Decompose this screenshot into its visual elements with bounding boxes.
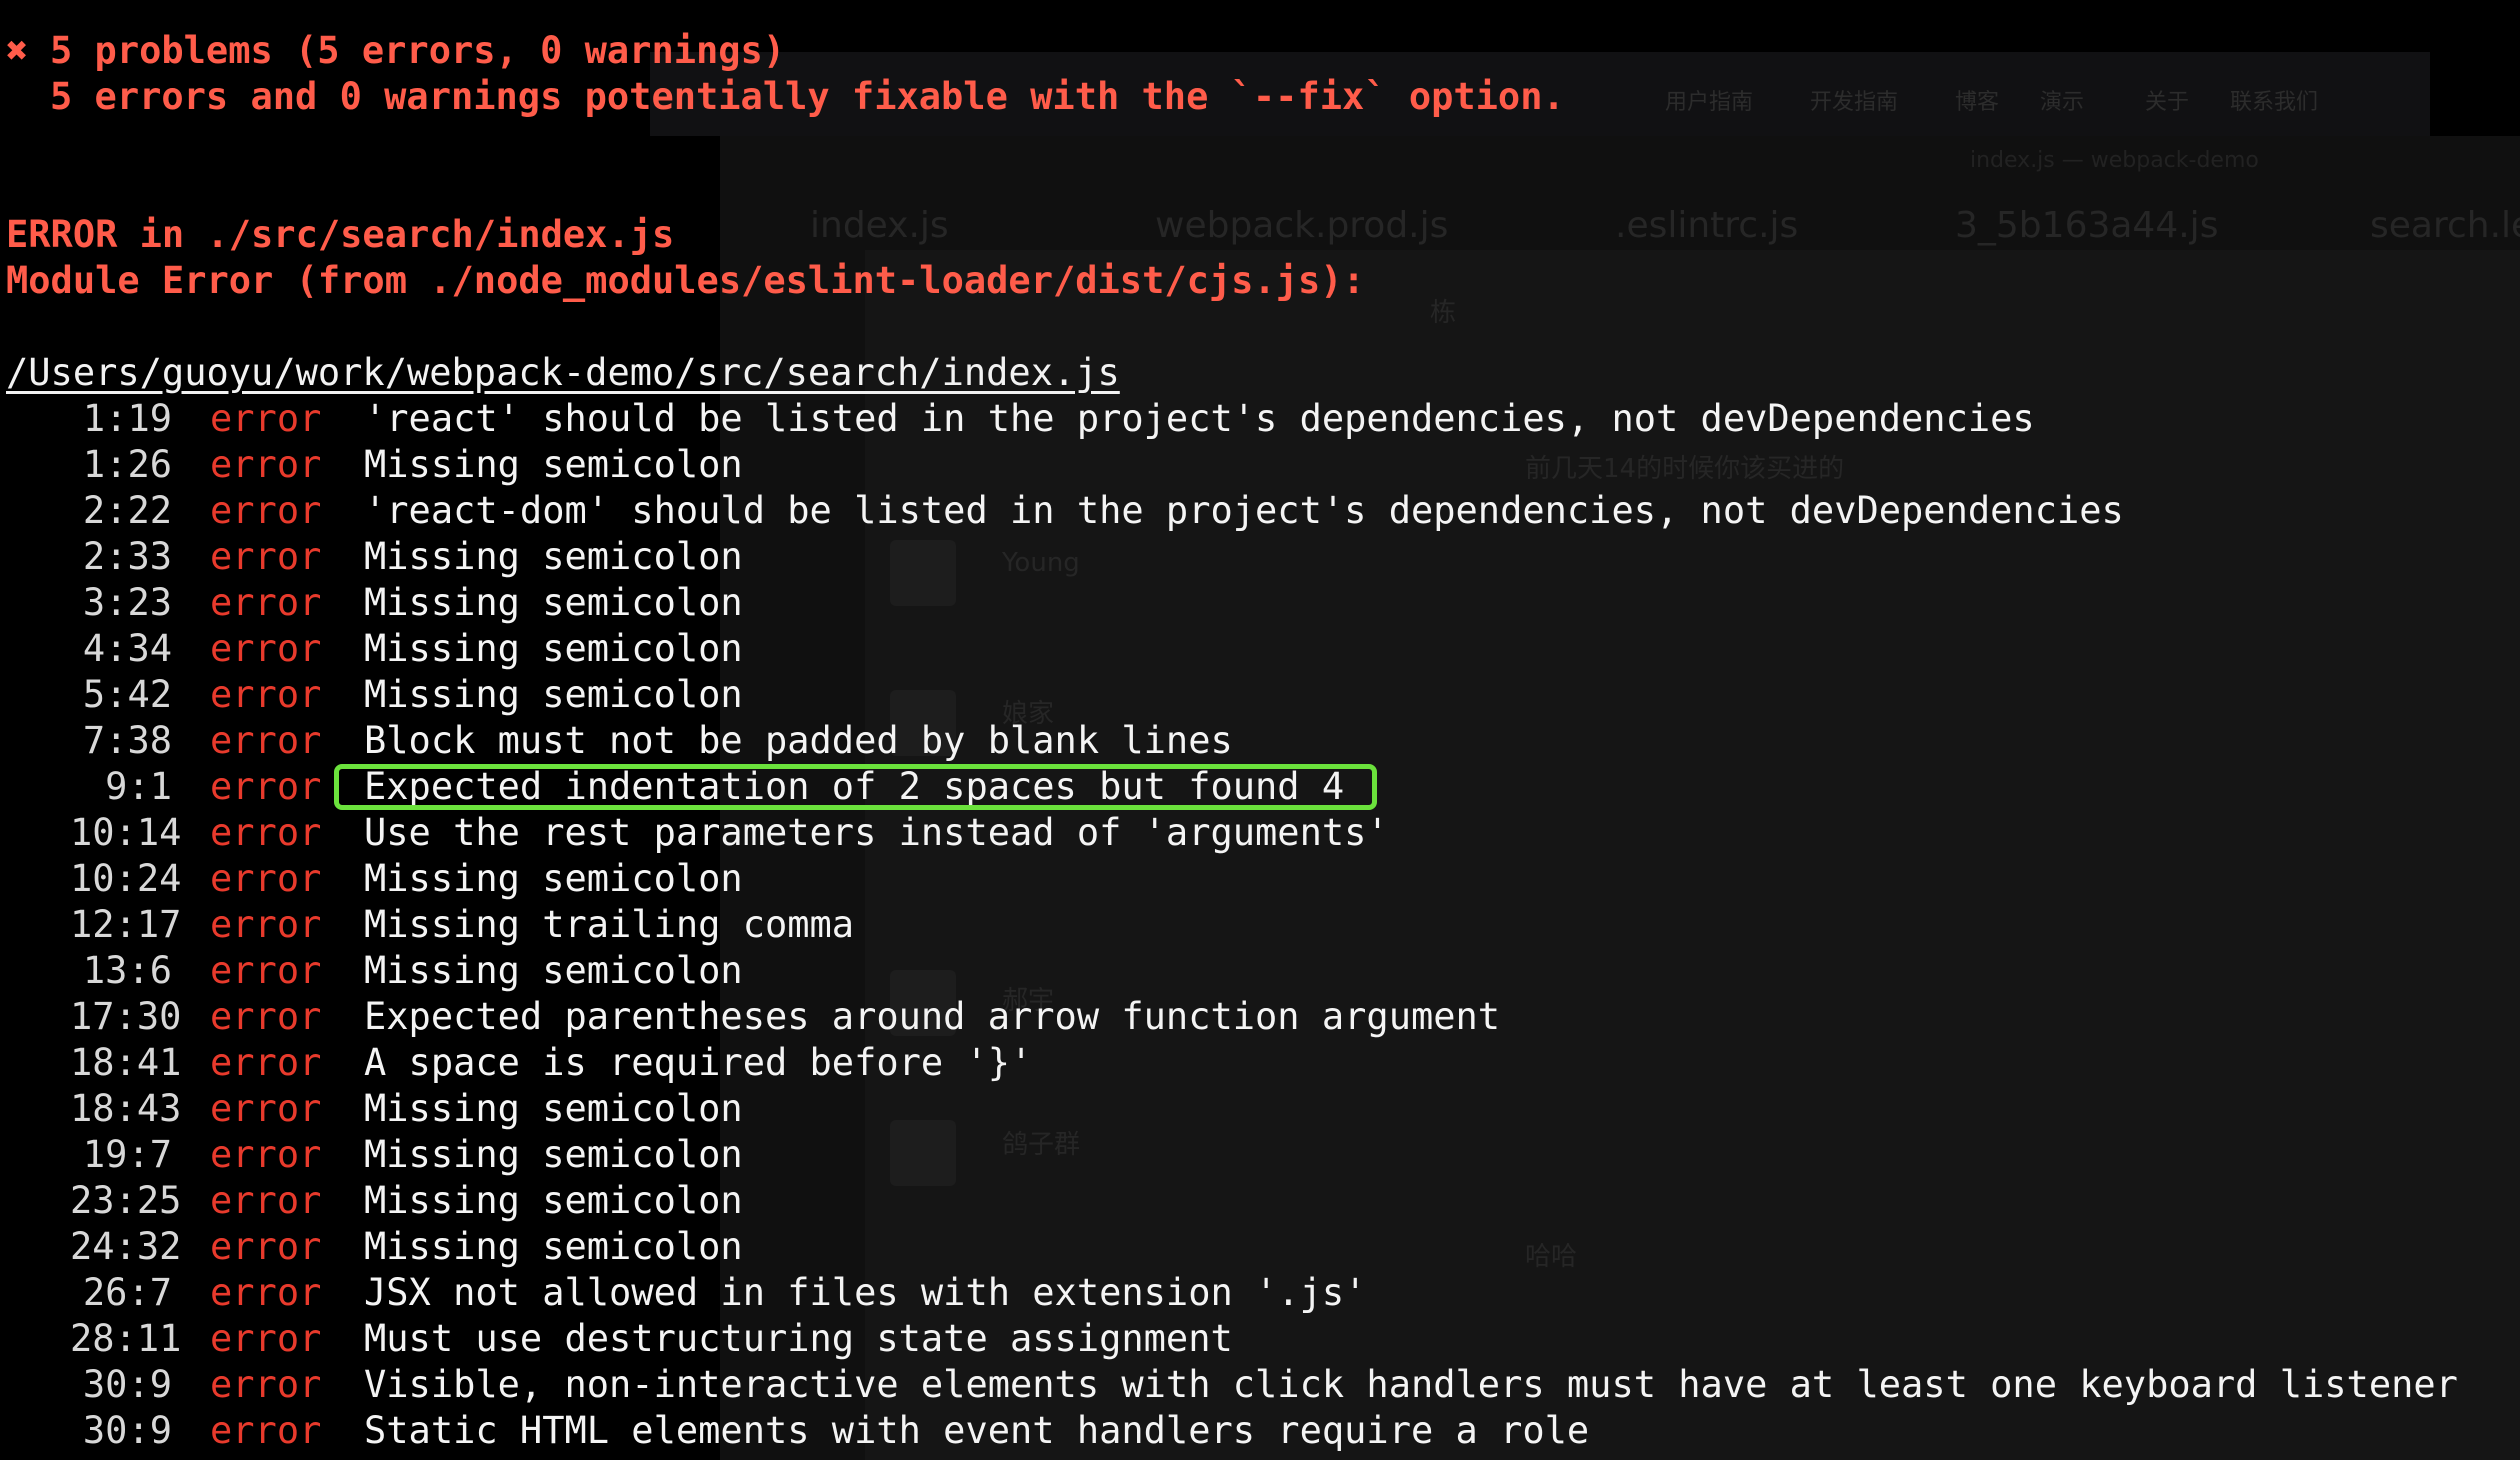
summary-problems-line: ✖ 5 problems (5 errors, 0 warnings) — [6, 29, 786, 72]
lint-severity: error — [210, 719, 322, 762]
lint-location: 30:9 — [82, 1363, 172, 1406]
lint-message: JSX not allowed in files with extension … — [364, 1271, 1367, 1314]
lint-severity: error — [210, 581, 322, 624]
lint-severity: error — [210, 1133, 322, 1176]
lint-location: 3:23 — [82, 581, 172, 624]
lint-message: Expected parentheses around arrow functi… — [364, 995, 1501, 1038]
lint-location: 30:9 — [82, 1409, 172, 1452]
lint-location: 24:32 — [70, 1225, 182, 1268]
lint-severity: error — [210, 995, 322, 1038]
lint-message: 'react-dom' should be listed in the proj… — [364, 489, 2124, 532]
lint-severity: error — [210, 627, 322, 670]
lint-location: 1:19 — [82, 397, 172, 440]
lint-location: 4:34 — [82, 627, 172, 670]
error-in-line: ERROR in ./src/search/index.js — [6, 213, 675, 256]
error-x-icon: ✖ — [6, 29, 29, 72]
terminal-output: ✖ 5 problems (5 errors, 0 warnings) 5 err… — [0, 0, 2520, 1460]
lint-severity: error — [210, 1041, 322, 1084]
lint-severity: error — [210, 1317, 322, 1360]
lint-severity: error — [210, 903, 322, 946]
lint-message: Missing semicolon — [364, 1087, 743, 1130]
lint-message: Use the rest parameters instead of 'argu… — [364, 811, 1389, 854]
lint-severity: error — [210, 1225, 322, 1268]
lint-location: 26:7 — [82, 1271, 172, 1314]
lint-message: Missing semicolon — [364, 673, 743, 716]
lint-location: 2:33 — [82, 535, 172, 578]
lint-severity: error — [210, 1179, 322, 1222]
lint-severity: error — [210, 1409, 322, 1452]
lint-location: 18:41 — [70, 1041, 182, 1084]
lint-severity: error — [210, 1271, 322, 1314]
lint-location: 13:6 — [82, 949, 172, 992]
lint-message: Visible, non-interactive elements with c… — [364, 1363, 2458, 1406]
lint-severity: error — [210, 489, 322, 532]
lint-message: Missing semicolon — [364, 1225, 743, 1268]
lint-location: 9:1 — [105, 765, 172, 808]
lint-message: Missing semicolon — [364, 443, 743, 486]
lint-location: 10:14 — [70, 811, 182, 854]
lint-message: Missing semicolon — [364, 581, 743, 624]
lint-severity: error — [210, 1087, 322, 1130]
lint-location: 19:7 — [82, 1133, 172, 1176]
lint-message: Missing semicolon — [364, 857, 743, 900]
lint-location: 5:42 — [82, 673, 172, 716]
lint-location: 1:26 — [82, 443, 172, 486]
file-path-link[interactable]: /Users/guoyu/work/webpack-demo/src/searc… — [6, 350, 1120, 396]
lint-location: 12:17 — [70, 903, 182, 946]
lint-message: Missing semicolon — [364, 627, 743, 670]
lint-message: A space is required before '}' — [364, 1041, 1033, 1084]
lint-message: Missing semicolon — [364, 535, 743, 578]
lint-location: 23:25 — [70, 1179, 182, 1222]
lint-location: 28:11 — [70, 1317, 182, 1360]
lint-severity: error — [210, 397, 322, 440]
summary-fixable-line: 5 errors and 0 warnings potentially fixa… — [50, 75, 1565, 118]
lint-message: Missing semicolon — [364, 949, 743, 992]
lint-message: Missing trailing comma — [364, 903, 855, 946]
lint-severity: error — [210, 535, 322, 578]
lint-message: Static HTML elements with event handlers… — [364, 1409, 1590, 1452]
lint-location: 2:22 — [82, 489, 172, 532]
lint-severity: error — [210, 949, 322, 992]
lint-location: 18:43 — [70, 1087, 182, 1130]
lint-location: 7:38 — [82, 719, 172, 762]
lint-severity: error — [210, 857, 322, 900]
lint-message: 'react' should be listed in the project'… — [364, 397, 2035, 440]
lint-location: 17:30 — [70, 995, 182, 1038]
lint-message: Missing semicolon — [364, 1133, 743, 1176]
lint-severity: error — [210, 765, 322, 808]
highlight-box — [334, 764, 1377, 810]
module-error-line: Module Error (from ./node_modules/eslint… — [6, 259, 1365, 302]
lint-message: Missing semicolon — [364, 1179, 743, 1222]
lint-severity: error — [210, 673, 322, 716]
lint-severity: error — [210, 443, 322, 486]
lint-severity: error — [210, 811, 322, 854]
lint-message: Block must not be padded by blank lines — [364, 719, 1233, 762]
lint-severity: error — [210, 1363, 322, 1406]
lint-location: 10:24 — [70, 857, 182, 900]
lint-message: Must use destructuring state assignment — [364, 1317, 1233, 1360]
